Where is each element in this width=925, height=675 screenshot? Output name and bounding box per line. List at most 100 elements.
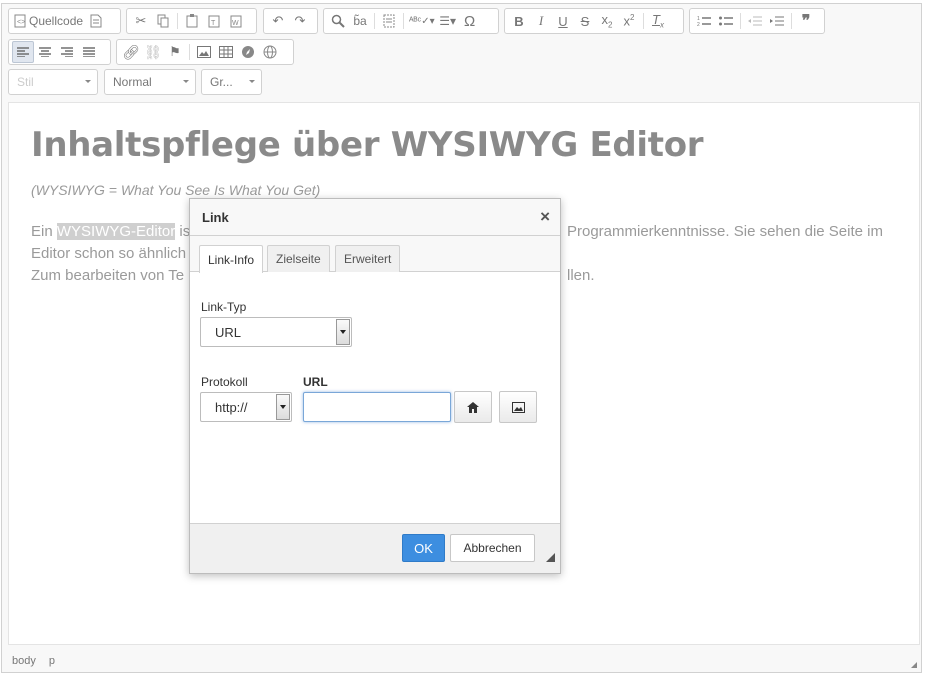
chevron-down-icon <box>249 80 255 83</box>
path-item-p[interactable]: p <box>49 655 55 667</box>
copy-button[interactable] <box>152 10 174 32</box>
unlink-button[interactable]: ⛓ <box>142 41 164 63</box>
templates-button[interactable]: ☰▾ <box>437 10 459 32</box>
iframe-button[interactable] <box>259 41 281 63</box>
superscript-icon: x2 <box>623 13 635 29</box>
format-combo[interactable]: Normal <box>104 69 196 95</box>
align-left-button[interactable] <box>12 41 34 63</box>
quote-icon: ❞ <box>801 13 811 30</box>
editing-group: b̃a ᴬᴮᶜ✓▾ ☰▾ Ω <box>323 8 499 34</box>
dialog-tabs: Link-Info Zielseite Erweitert <box>190 236 560 273</box>
align-center-button[interactable] <box>34 41 56 63</box>
remove-format-button[interactable]: Tx <box>647 10 669 32</box>
tab-advanced[interactable]: Erweitert <box>335 245 401 272</box>
dialog-titlebar[interactable]: Link × <box>190 199 560 236</box>
browse-server-button[interactable] <box>454 391 492 423</box>
superscript-button[interactable]: x2 <box>618 10 640 32</box>
para-text: llen. <box>567 267 595 284</box>
insert-group: 🔗︎ ⛓ ⚑ <box>116 39 294 65</box>
outdent-icon <box>748 16 762 26</box>
blockquote-button[interactable]: ❞ <box>795 10 817 32</box>
separator <box>189 44 190 60</box>
strike-button[interactable]: S <box>574 10 596 32</box>
bold-button[interactable]: B <box>508 10 530 32</box>
elements-path: body p <box>12 655 65 667</box>
svg-text:W: W <box>232 20 239 27</box>
scissors-icon: ✂ <box>135 13 147 28</box>
dialog-resize-handle[interactable] <box>546 553 555 562</box>
cancel-button[interactable]: Abbrechen <box>450 534 535 562</box>
source-group: <> Quellcode <box>8 8 121 34</box>
home-icon <box>467 401 479 413</box>
spellcheck-button[interactable]: ᴬᴮᶜ✓▾ <box>407 10 437 32</box>
justify-icon <box>83 47 95 57</box>
subscript-icon: x2 <box>601 12 613 30</box>
para-text: Ein <box>31 223 57 240</box>
justify-button[interactable] <box>78 41 100 63</box>
resize-handle[interactable] <box>911 662 917 668</box>
source-button[interactable]: <> Quellcode <box>12 10 85 32</box>
document-button[interactable] <box>85 10 107 32</box>
bold-icon: B <box>514 13 524 29</box>
protocol-value: http:// <box>215 399 248 415</box>
align-right-button[interactable] <box>56 41 78 63</box>
select-all-icon <box>383 14 395 28</box>
globe-icon <box>263 45 277 59</box>
size-combo[interactable]: Gr... <box>201 69 262 95</box>
image-button[interactable] <box>193 41 215 63</box>
url-input[interactable] <box>303 392 451 422</box>
redo-button[interactable]: ↷ <box>289 10 311 32</box>
close-icon[interactable]: × <box>540 207 550 227</box>
link-type-value: URL <box>215 324 242 340</box>
content-heading: Inhaltspflege über WYSIWYG Editor <box>31 125 704 165</box>
separator <box>740 13 741 29</box>
para-text: Programmierkenntnisse. Sie sehen die Sei… <box>567 223 883 240</box>
document-icon <box>90 14 102 28</box>
paste-button[interactable] <box>181 10 203 32</box>
list-dropdown-icon: ☰▾ <box>439 14 457 28</box>
tab-link-info[interactable]: Link-Info <box>199 245 264 273</box>
subscript-button[interactable]: x2 <box>596 10 618 32</box>
table-button[interactable] <box>215 41 237 63</box>
svg-text:T: T <box>211 20 216 27</box>
spellcheck-icon: ᴬᴮᶜ✓▾ <box>409 15 435 27</box>
bulleted-list-icon <box>719 16 733 26</box>
replace-button[interactable]: b̃a <box>349 10 371 32</box>
basicstyles-group: B I U S x2 x2 Tx <box>504 8 684 34</box>
special-char-button[interactable]: Ω <box>459 10 481 32</box>
protocol-select[interactable]: http:// <box>200 392 292 422</box>
url-label: URL <box>303 375 328 389</box>
italic-button[interactable]: I <box>530 10 552 32</box>
svg-text:<>: <> <box>17 19 25 26</box>
paste-icon <box>186 14 198 28</box>
underline-button[interactable]: U <box>552 10 574 32</box>
cut-button[interactable]: ✂ <box>130 10 152 32</box>
undo-icon: ↶ <box>272 13 284 28</box>
outdent-button[interactable] <box>744 10 766 32</box>
link-button[interactable]: 🔗︎ <box>120 41 142 63</box>
remove-format-icon: Tx <box>652 12 664 30</box>
undo-button[interactable]: ↶ <box>267 10 289 32</box>
numbered-list-button[interactable]: 12 <box>693 10 715 32</box>
anchor-button[interactable]: ⚑ <box>164 41 186 63</box>
flash-button[interactable] <box>237 41 259 63</box>
paste-word-button[interactable]: W <box>225 10 247 32</box>
para-text: Zum bearbeiten von Te <box>31 267 185 284</box>
flag-icon: ⚑ <box>169 44 181 59</box>
image-icon <box>511 401 525 413</box>
path-item-body[interactable]: body <box>12 655 36 667</box>
link-icon: 🔗︎ <box>122 43 140 60</box>
ok-button[interactable]: OK <box>402 534 445 562</box>
style-combo[interactable]: Stil <box>8 69 98 95</box>
indent-button[interactable] <box>766 10 788 32</box>
redo-icon: ↷ <box>294 13 306 28</box>
select-all-button[interactable] <box>378 10 400 32</box>
separator <box>643 13 644 29</box>
tab-target[interactable]: Zielseite <box>267 245 330 272</box>
link-type-select[interactable]: URL <box>200 317 352 347</box>
link-dialog: Link × Link-Info Zielseite Erweitert Lin… <box>189 198 561 574</box>
bulleted-list-button[interactable] <box>715 10 737 32</box>
browse-image-button[interactable] <box>499 391 537 423</box>
paste-text-button[interactable]: T <box>203 10 225 32</box>
find-button[interactable] <box>327 10 349 32</box>
